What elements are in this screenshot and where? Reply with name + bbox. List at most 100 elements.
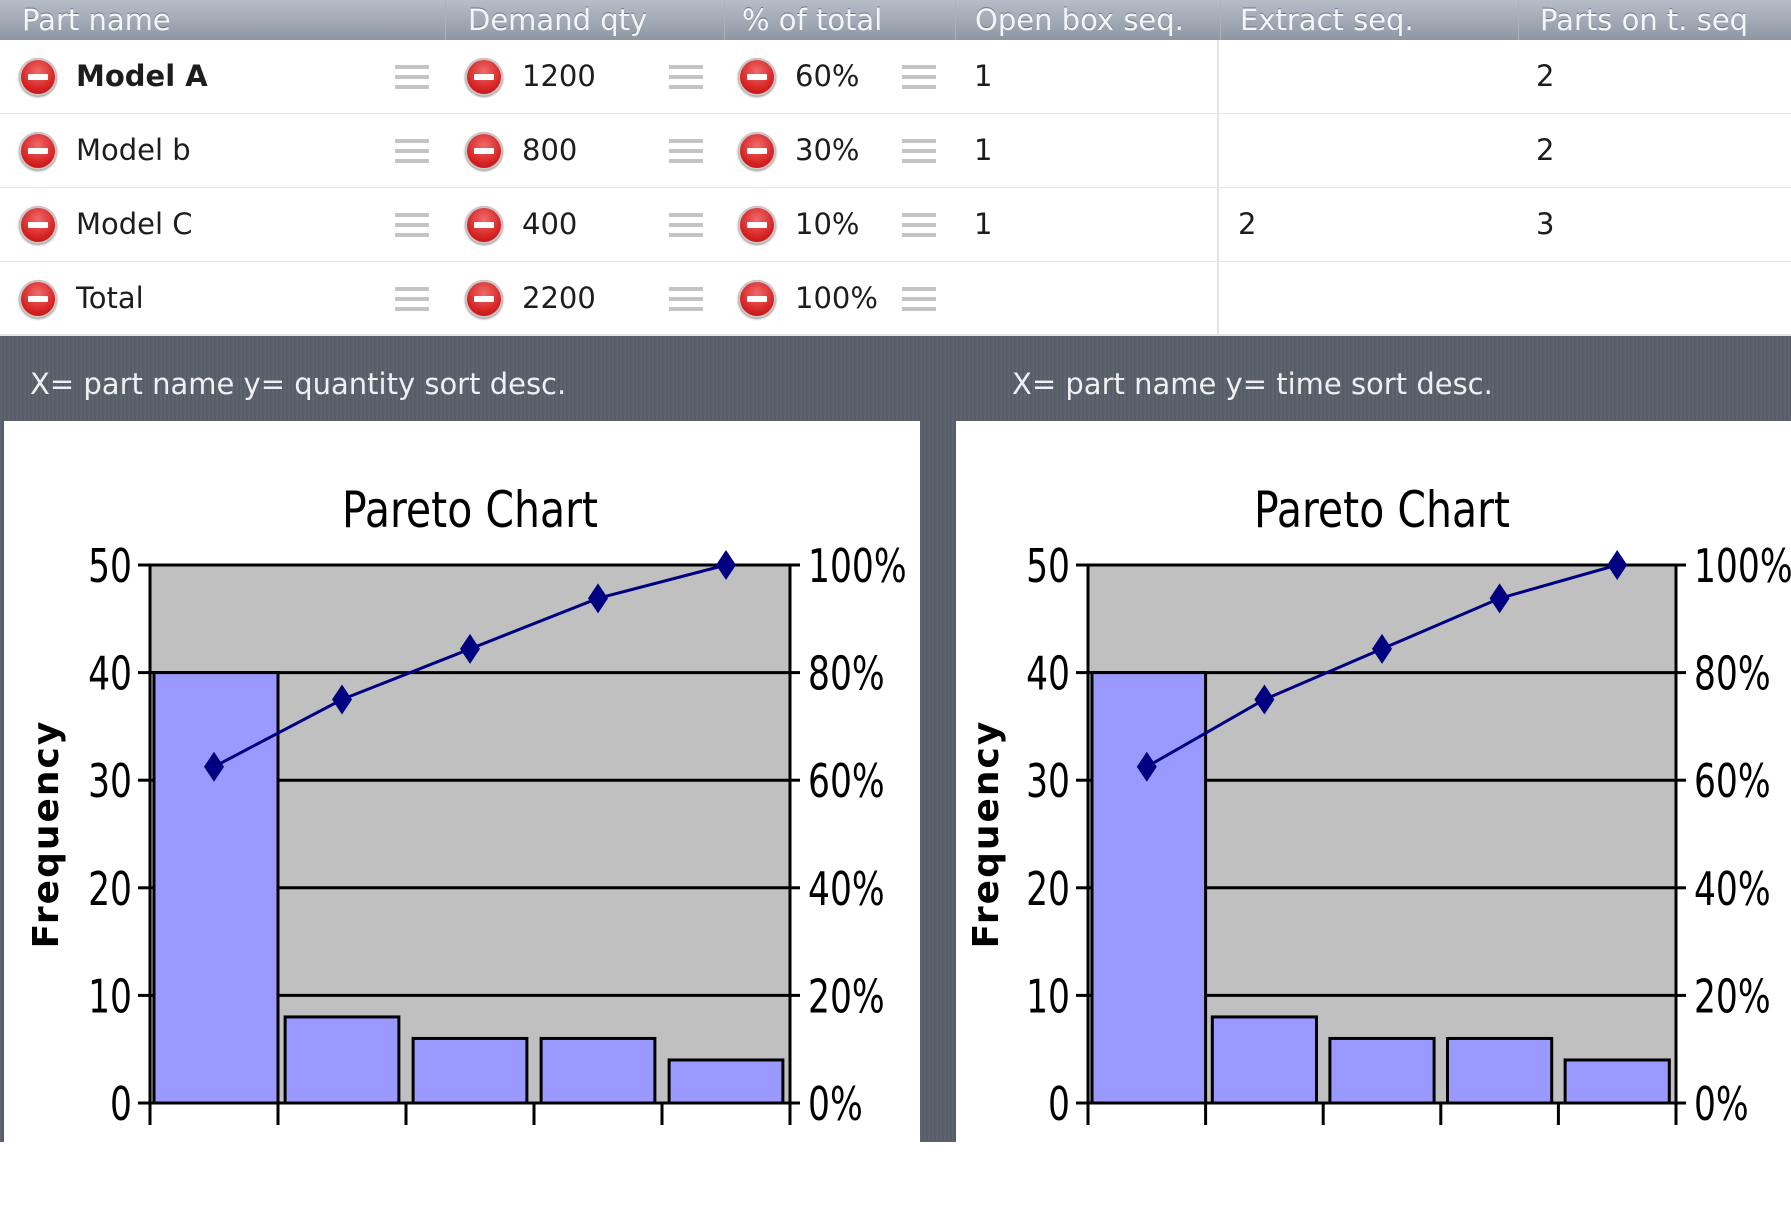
reorder-handle-icon[interactable] (669, 213, 703, 237)
y2-tick-label: 0% (808, 1077, 863, 1131)
column-header-pct-total[interactable]: % of total (742, 0, 947, 40)
delete-row-button[interactable] (465, 280, 503, 318)
y2-tick-label: 60% (1694, 754, 1771, 808)
delete-row-button[interactable] (465, 132, 503, 170)
right-chart-caption: X= part name y= time sort desc. (1012, 367, 1493, 401)
open-box-seq-cell: 1 (974, 207, 993, 241)
demand-qty-cell: 2200 (522, 281, 596, 315)
table-row: Model b 800 30% 1 2 (0, 114, 1791, 189)
delete-row-button[interactable] (465, 206, 503, 244)
column-divider (445, 0, 446, 40)
pct-total-cell: 100% (795, 281, 878, 315)
y-tick-label: 40 (1026, 647, 1070, 701)
y-tick-label: 30 (88, 754, 132, 808)
delete-row-button[interactable] (465, 58, 503, 96)
reorder-handle-icon[interactable] (395, 287, 429, 311)
y-tick-label: 50 (88, 539, 132, 593)
pct-total-cell: 60% (795, 59, 860, 93)
column-header-demand-qty[interactable]: Demand qty (468, 0, 718, 40)
column-divider (955, 0, 956, 40)
pareto-bar (411, 1036, 529, 1105)
chart-title: Pareto Chart (342, 481, 598, 539)
reorder-handle-icon[interactable] (669, 139, 703, 163)
part-name-cell: Model A (76, 59, 208, 93)
right-pareto-chart-svg: Pareto Chart 0 10 20 30 40 50 0% 20% 40% 60% 80% 100… (966, 481, 1791, 1131)
y-tick-label: 30 (1026, 754, 1070, 808)
y-tick-label: 40 (88, 647, 132, 701)
reorder-handle-icon[interactable] (669, 287, 703, 311)
left-pareto-chart: Pareto Chart 0 10 20 30 40 50 0% 20% 40% 60% 80% 100… (4, 421, 920, 1142)
column-divider (1518, 0, 1519, 40)
delete-row-button[interactable] (738, 58, 776, 96)
delete-row-button[interactable] (19, 58, 57, 96)
right-pareto-chart: Pareto Chart 0 10 20 30 40 50 0% 20% 40% 60% 80% 100… (956, 421, 1791, 1142)
y-axis-label: Frequency (966, 720, 1007, 949)
table-row-total: Total 2200 100% (0, 262, 1791, 336)
y2-tick-label: 40% (808, 862, 885, 916)
parts-on-seq-cell: 2 (1536, 59, 1555, 93)
delete-row-button[interactable] (19, 132, 57, 170)
column-header-parts-on-seq[interactable]: Parts on t. seq (1540, 0, 1790, 40)
column-divider (1220, 0, 1221, 40)
y2-tick-label: 80% (808, 647, 885, 701)
pct-total-cell: 30% (795, 133, 860, 167)
pareto-bar (539, 1036, 657, 1105)
column-header-extract-seq[interactable]: Extract seq. (1240, 0, 1510, 40)
y-tick-label: 10 (88, 969, 132, 1023)
part-name-cell: Model C (76, 207, 193, 241)
table-row: Model C 400 10% 1 2 3 (0, 188, 1791, 263)
y2-tick-label: 80% (1694, 647, 1771, 701)
column-divider (724, 0, 725, 40)
pareto-bar (1563, 1058, 1671, 1105)
table-header: Part name Demand qty % of total Open box… (0, 0, 1791, 41)
y-tick-label: 0 (110, 1077, 132, 1131)
y2-tick-label: 40% (1694, 862, 1771, 916)
column-divider (1217, 40, 1219, 336)
demand-qty-cell: 800 (522, 133, 578, 167)
demand-qty-cell: 400 (522, 207, 578, 241)
y-tick-label: 50 (1026, 539, 1070, 593)
pareto-bar (1446, 1036, 1554, 1105)
reorder-handle-icon[interactable] (902, 139, 936, 163)
pareto-bar (152, 671, 280, 1105)
column-header-part-name[interactable]: Part name (22, 0, 442, 40)
pareto-bar (1210, 1015, 1318, 1105)
pct-total-cell: 10% (795, 207, 860, 241)
pareto-bar (1328, 1036, 1436, 1105)
y2-tick-label: 20% (1694, 969, 1771, 1023)
reorder-handle-icon[interactable] (902, 65, 936, 89)
demand-qty-cell: 1200 (522, 59, 596, 93)
open-box-seq-cell: 1 (974, 133, 993, 167)
pareto-bar (1090, 671, 1208, 1105)
open-box-seq-cell: 1 (974, 59, 993, 93)
part-name-cell: Model b (76, 133, 191, 167)
delete-row-button[interactable] (19, 206, 57, 244)
delete-row-button[interactable] (738, 280, 776, 318)
reorder-handle-icon[interactable] (395, 65, 429, 89)
chart-title: Pareto Chart (1254, 481, 1510, 539)
table-row: Model A 1200 60% 1 2 (0, 40, 1791, 115)
reorder-handle-icon[interactable] (395, 213, 429, 237)
reorder-handle-icon[interactable] (395, 139, 429, 163)
delete-row-button[interactable] (19, 280, 57, 318)
delete-row-button[interactable] (738, 206, 776, 244)
left-pareto-chart-svg: Pareto Chart 0 10 20 30 40 50 0% 20% 40% 60% 80% 100… (26, 481, 907, 1131)
y2-tick-label: 0% (1694, 1077, 1749, 1131)
delete-row-button[interactable] (738, 132, 776, 170)
reorder-handle-icon[interactable] (669, 65, 703, 89)
extract-seq-cell: 2 (1238, 207, 1257, 241)
parts-on-seq-cell: 3 (1536, 207, 1555, 241)
y-tick-label: 0 (1048, 1077, 1070, 1131)
y-tick-label: 20 (88, 862, 132, 916)
reorder-handle-icon[interactable] (902, 287, 936, 311)
column-header-open-box-seq[interactable]: Open box seq. (975, 0, 1215, 40)
y2-tick-label: 100% (1694, 539, 1791, 593)
y2-tick-label: 100% (808, 539, 907, 593)
reorder-handle-icon[interactable] (902, 213, 936, 237)
page-background (0, 1142, 1791, 1227)
y2-tick-label: 60% (808, 754, 885, 808)
y-tick-label: 10 (1026, 969, 1070, 1023)
left-chart-caption: X= part name y= quantity sort desc. (30, 367, 567, 401)
pareto-bar (283, 1015, 401, 1105)
part-name-cell: Total (76, 281, 144, 315)
